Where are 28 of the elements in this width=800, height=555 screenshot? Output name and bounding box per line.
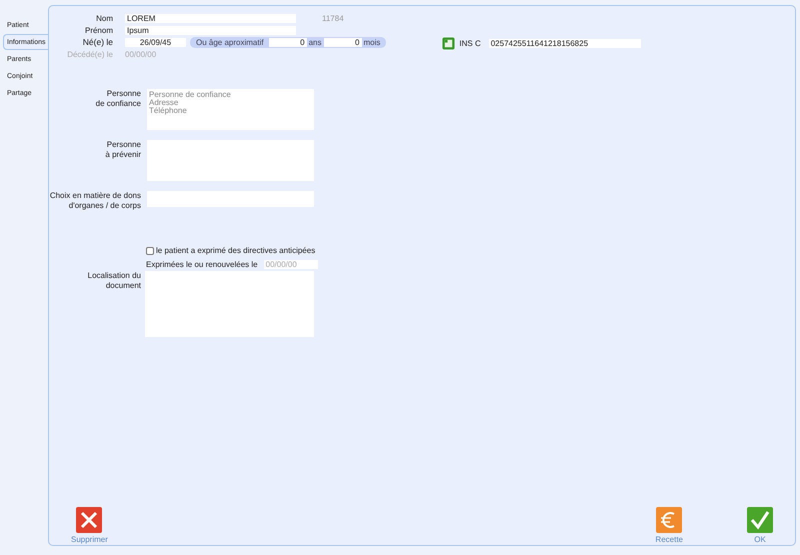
field-label: INS C <box>459 38 481 48</box>
date-field[interactable]: 26/09/45 <box>125 38 186 46</box>
field-label: Nom <box>95 14 113 22</box>
input-field[interactable]: 0 <box>324 38 362 46</box>
date-field: 00/00/00 <box>125 50 156 58</box>
field-label: Exprimées le ou renouvelées le <box>146 260 258 269</box>
field-label: Personne à prévenir <box>104 140 141 161</box>
close-icon <box>76 507 102 533</box>
input-field[interactable]: 0 <box>268 38 307 46</box>
field-label: Né(e) le <box>82 37 113 47</box>
text-area[interactable]: Personne de confiance Adresse Téléphone <box>147 89 314 130</box>
input-field[interactable]: Ipsum <box>125 26 296 34</box>
unit-label: ans <box>308 38 322 46</box>
input-field[interactable]: 0257425511641218156825 <box>488 38 641 48</box>
euro-icon <box>656 507 682 533</box>
card-icon[interactable] <box>442 36 456 50</box>
field-label: Choix en matière de dons d'organes / de corps <box>49 191 141 211</box>
field-label: Ou âge aproximatif <box>196 38 264 46</box>
field-label: Personne de confiance <box>94 89 141 110</box>
field-label: Prénom <box>84 26 113 34</box>
date-field[interactable]: 00/00/00 <box>264 260 318 269</box>
input-field[interactable]: LOREM <box>125 14 296 22</box>
checkmark-icon <box>747 507 773 533</box>
field-label: Localisation du document <box>86 271 141 292</box>
field-label: Décédé(e) le <box>66 50 113 58</box>
unit-label: mois <box>364 38 380 46</box>
patient-number: 11784 <box>322 14 344 22</box>
directives-checkbox[interactable]: le patient a exprimé des directives anticipées <box>146 246 316 255</box>
